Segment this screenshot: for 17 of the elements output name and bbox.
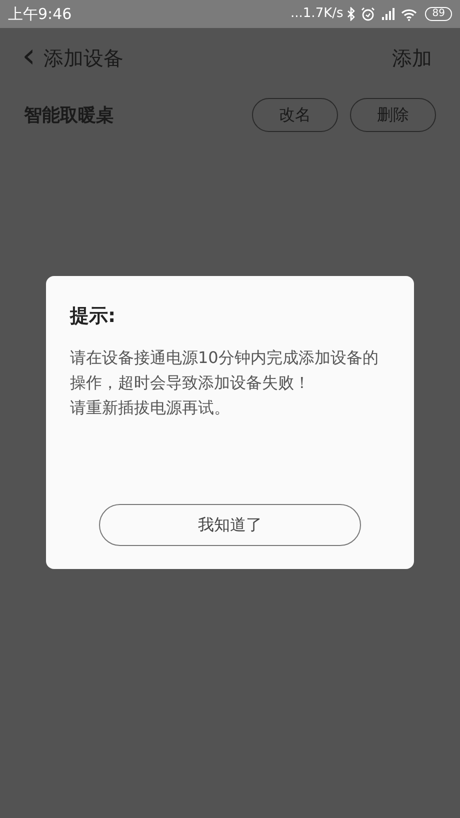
network-speed: ...1.7K/s	[290, 5, 344, 24]
add-button[interactable]: 添加	[392, 43, 432, 73]
device-name: 智能取暖桌	[24, 104, 114, 128]
signal-icon	[381, 7, 396, 21]
dialog-title: 提示:	[70, 304, 117, 329]
device-action-button[interactable]: 删除	[350, 98, 436, 132]
alarm-icon	[361, 7, 376, 21]
page-title: 添加设备	[44, 45, 124, 72]
wifi-icon	[401, 8, 418, 20]
dialog-message: 请在设备接通电源10分钟内完成添加设备的操作，超时会导致添加设备失败！	[70, 346, 380, 394]
battery-icon: 89	[425, 7, 452, 21]
back-button[interactable]: ‹	[22, 39, 36, 73]
confirm-button[interactable]: 我知道了	[99, 504, 361, 546]
bluetooth-icon	[347, 7, 356, 21]
status-time: 上午9:46	[8, 4, 72, 25]
dialog-message: 请重新插拔电源再试。	[70, 396, 231, 418]
device-action-button[interactable]: 改名	[252, 98, 338, 132]
